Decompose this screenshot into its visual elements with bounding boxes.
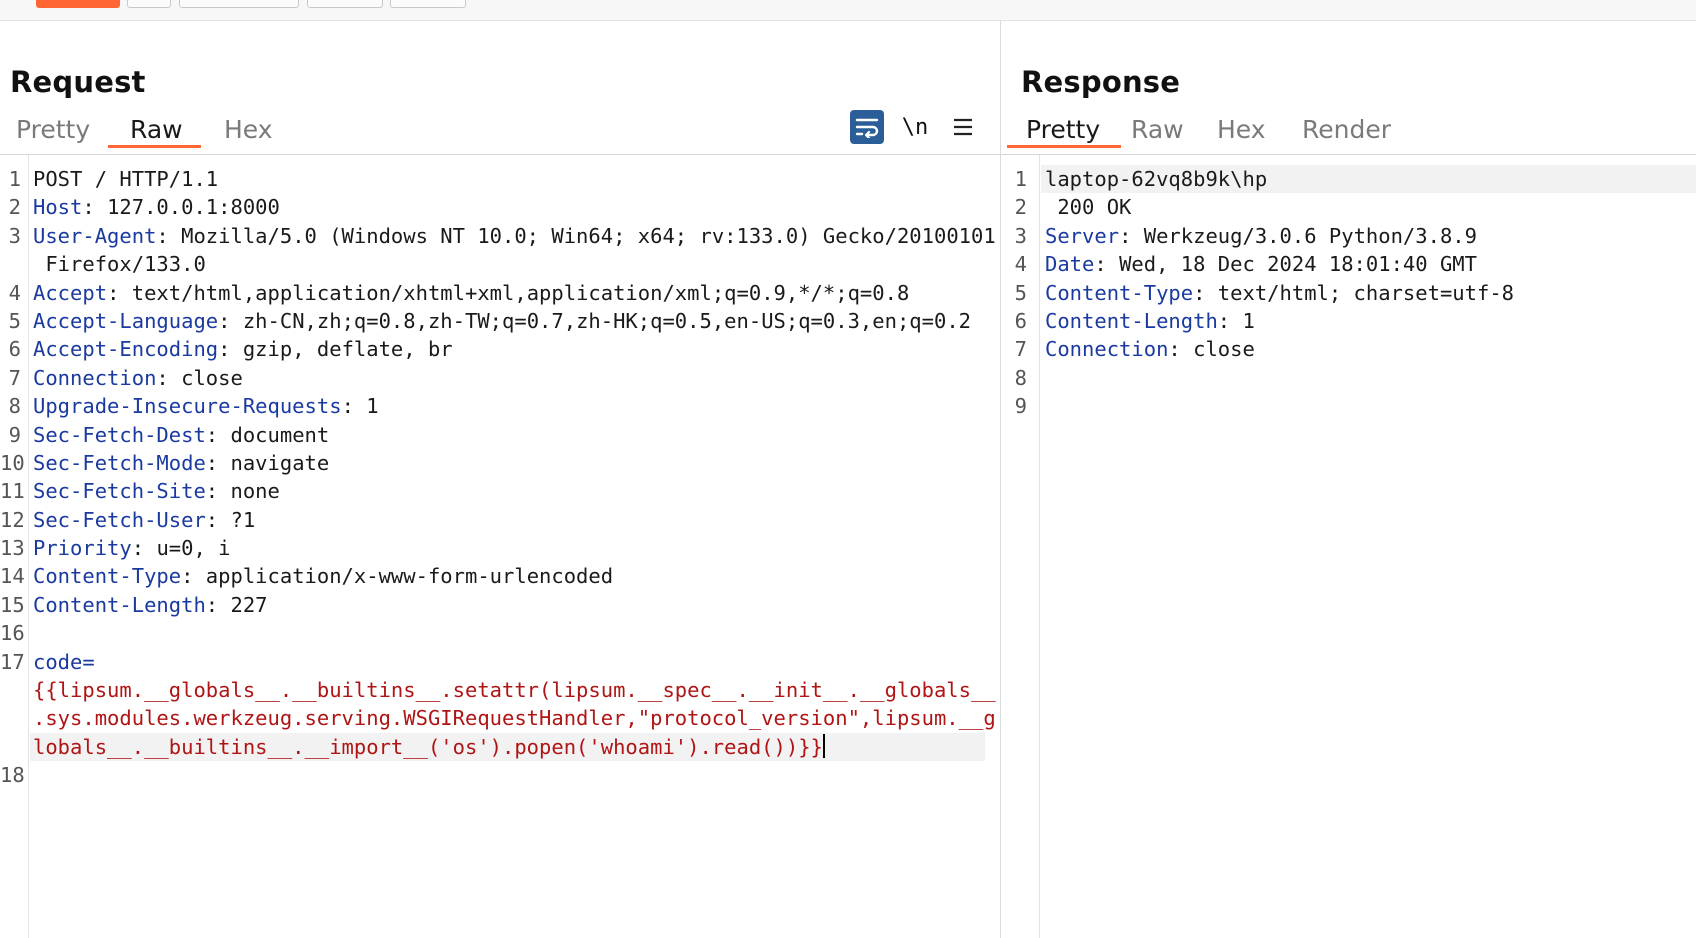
- request-lines: 1 POST / HTTP/1.1 2 Host: 127.0.0.1:8000 3…: [0, 165, 1000, 790]
- response-line: 7 Connection: close: [1014, 337, 1255, 362]
- request-pane: Request Pretty Raw Hex \n 1 POST / HTTP/…: [0, 21, 1000, 938]
- response-tab-raw[interactable]: Raw: [1131, 115, 1184, 144]
- settings-button[interactable]: [127, 0, 171, 8]
- request-line: 1 POST / HTTP/1.1: [8, 167, 219, 191]
- response-line: 9: [1014, 394, 1027, 419]
- response-line: 6 Content-Length: 1: [1014, 308, 1255, 333]
- response-tab-hex[interactable]: Hex: [1217, 115, 1266, 144]
- text-wrap-toggle[interactable]: [850, 110, 884, 144]
- request-line: 10 Sec-Fetch-Mode: navigate: [0, 450, 330, 475]
- request-line: 2 Host: 127.0.0.1:8000: [8, 195, 280, 220]
- hamburger-menu-icon: [954, 118, 972, 136]
- request-line: 18: [0, 763, 25, 788]
- request-line: 4 Accept: text/html,application/xhtml+xml…: [8, 280, 910, 305]
- response-line: 5 Content-Type: text/html; charset=utf-8: [1014, 280, 1515, 305]
- request-title: Request: [10, 65, 146, 99]
- request-line: 15 Content-Length: 227: [0, 592, 268, 617]
- response-tab-render[interactable]: Render: [1302, 115, 1391, 144]
- response-line: 8: [1014, 365, 1027, 390]
- editor-menu-button[interactable]: [946, 110, 980, 144]
- request-body-key-line: 17 code=: [0, 649, 95, 674]
- request-line: Firefox/133.0: [33, 252, 206, 277]
- request-line: 11 Sec-Fetch-Site: none: [0, 479, 280, 504]
- request-line: 3 User-Agent: Mozilla/5.0 (Windows NT 10.…: [8, 223, 996, 248]
- request-line: 14 Content-Type: application/x-www-form-u…: [0, 564, 614, 589]
- request-body-line: {{lipsum.__globals__.__builtins__.setatt…: [33, 678, 996, 703]
- response-tab-pretty[interactable]: Pretty: [1026, 115, 1100, 144]
- response-pane: Response Pretty Raw Hex Render 1 laptop-6…: [1001, 21, 1696, 938]
- back-button[interactable]: [307, 0, 383, 8]
- text-wrap-icon: [855, 118, 879, 138]
- request-line: 6 Accept-Encoding: gzip, deflate, br: [8, 337, 453, 362]
- top-toolbar: [0, 0, 1696, 21]
- request-body-line-current: lobals__.__builtins__.__import__('os').p…: [0, 732, 1000, 762]
- forward-button[interactable]: [390, 0, 466, 8]
- response-line: 4 Date: Wed, 18 Dec 2024 18:01:40 GMT: [1014, 252, 1477, 277]
- cancel-button[interactable]: [179, 0, 299, 8]
- active-tab-indicator: [108, 145, 201, 148]
- response-line: 1 laptop-62vq8b9k\hp: [1001, 165, 1696, 194]
- request-body-line: .sys.modules.werkzeug.serving.WSGIReques…: [33, 706, 996, 731]
- request-tab-raw[interactable]: Raw: [130, 115, 183, 144]
- response-line: 2 200 OK: [1014, 195, 1132, 220]
- request-line: 9 Sec-Fetch-Dest: document: [8, 422, 330, 447]
- newline-icon: \n: [901, 114, 929, 140]
- response-line: 3 Server: Werkzeug/3.0.6 Python/3.8.9: [1014, 223, 1477, 248]
- response-editor[interactable]: 1 laptop-62vq8b9k\hp 2 200 OK 3 Server: We…: [1001, 155, 1696, 938]
- active-tab-indicator: [1007, 145, 1121, 148]
- request-line: 8 Upgrade-Insecure-Requests: 1: [8, 394, 379, 419]
- request-line: 12 Sec-Fetch-User: ?1: [0, 507, 256, 532]
- response-lines: 1 laptop-62vq8b9k\hp 2 200 OK 3 Server: We…: [1001, 165, 1696, 421]
- request-line: 16: [0, 621, 25, 646]
- text-cursor: [822, 733, 825, 758]
- response-title: Response: [1021, 65, 1181, 99]
- request-line: 7 Connection: close: [8, 365, 243, 390]
- request-line: 5 Accept-Language: zh-CN,zh;q=0.8,zh-TW;q…: [8, 308, 972, 333]
- request-editor[interactable]: 1 POST / HTTP/1.1 2 Host: 127.0.0.1:8000 3…: [0, 155, 1000, 938]
- newline-toggle[interactable]: \n: [898, 110, 932, 144]
- request-tab-hex[interactable]: Hex: [224, 115, 273, 144]
- request-line: 13 Priority: u=0, i: [0, 536, 231, 561]
- send-button[interactable]: [36, 0, 120, 8]
- request-tab-pretty[interactable]: Pretty: [16, 115, 90, 144]
